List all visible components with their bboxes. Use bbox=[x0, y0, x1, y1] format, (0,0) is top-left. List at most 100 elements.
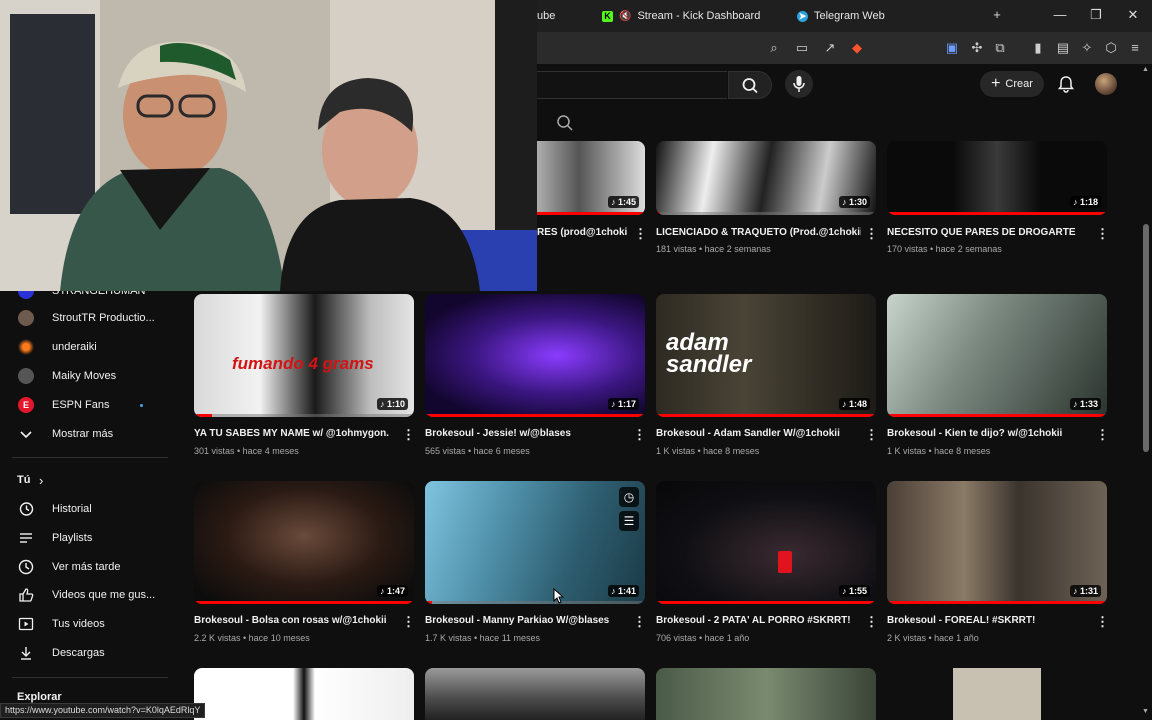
sidebar-item-liked-videos[interactable]: Videos que me gus... bbox=[0, 581, 180, 609]
cast-icon[interactable]: ▭ bbox=[794, 40, 810, 56]
avatar[interactable] bbox=[1095, 73, 1117, 95]
tab-youtube[interactable]: ube bbox=[537, 6, 555, 26]
add-to-queue-icon[interactable]: ☰ bbox=[619, 511, 639, 531]
sidebar-subscription-item[interactable]: underaiki bbox=[0, 333, 180, 361]
create-button[interactable]: + Crear bbox=[980, 71, 1044, 97]
duration-badge: ♪ 1:41 bbox=[607, 585, 639, 597]
sidebar-item-watch-later[interactable]: Ver más tarde bbox=[0, 553, 180, 581]
video-menu-button[interactable]: ⋮ bbox=[1096, 614, 1109, 630]
like-icon bbox=[19, 588, 34, 602]
video-thumbnail[interactable] bbox=[887, 668, 1107, 720]
video-menu-button[interactable]: ⋮ bbox=[402, 614, 415, 630]
brave-shield-icon[interactable]: ◆ bbox=[849, 40, 865, 56]
video-thumbnail[interactable]: ♪ 1:33 bbox=[887, 294, 1107, 417]
video-thumbnail-hovered[interactable]: ◷ ☰ ♪ 1:41 bbox=[425, 481, 645, 604]
video-thumbnail[interactable] bbox=[656, 668, 876, 720]
sidebar-item-playlists[interactable]: Playlists bbox=[0, 524, 180, 552]
sidebar-toggle-icon[interactable]: ▮ bbox=[1030, 40, 1046, 56]
duration-badge: ♪ 1:30 bbox=[838, 196, 870, 208]
watch-later-icon[interactable]: ◷ bbox=[619, 487, 639, 507]
video-title[interactable]: Brokesoul - Jessie! w/@blases bbox=[425, 428, 625, 439]
new-tab-button[interactable]: + bbox=[987, 7, 1007, 22]
history-icon bbox=[19, 502, 34, 516]
video-thumbnail[interactable]: ♪ 1:31 bbox=[887, 481, 1107, 604]
screenshot-icon[interactable]: ⧉ bbox=[992, 40, 1008, 56]
you-section-header[interactable]: Tú › bbox=[0, 466, 180, 494]
video-thumbnail[interactable]: ♪ 1:55 bbox=[656, 481, 876, 604]
video-thumbnail[interactable] bbox=[194, 668, 414, 720]
maximize-button[interactable]: ❐ bbox=[1086, 7, 1106, 23]
video-title[interactable]: Brokesoul - Manny Parkiao W/@blases bbox=[425, 615, 625, 626]
video-meta: 1 K vistas • hace 8 meses bbox=[887, 446, 991, 456]
video-title[interactable]: Brokesoul - Bolsa con rosas w/@1chokii bbox=[194, 615, 394, 626]
scrollbar-thumb[interactable] bbox=[1143, 224, 1149, 452]
video-title[interactable]: NECESITO QUE PARES DE DROGARTE bbox=[887, 227, 1092, 238]
video-thumbnail[interactable]: ♪ 1:30 bbox=[656, 141, 876, 215]
video-thumbnail[interactable]: ♪ 1:47 bbox=[194, 481, 414, 604]
channel-avatar bbox=[18, 310, 34, 326]
video-menu-button[interactable]: ⋮ bbox=[1096, 226, 1109, 242]
extensions-icon[interactable]: ✣ bbox=[969, 40, 985, 56]
tab-telegram[interactable]: ➤ Telegram Web bbox=[797, 6, 885, 26]
share-icon[interactable]: ↗ bbox=[822, 40, 838, 56]
your-videos-icon bbox=[18, 617, 34, 631]
show-more-button[interactable]: Mostrar más bbox=[0, 420, 180, 448]
video-thumbnail[interactable]: adam sandler ♪ 1:48 bbox=[656, 294, 876, 417]
mute-icon: 🔇 bbox=[619, 10, 632, 22]
sidebar-item-downloads[interactable]: Descargas bbox=[0, 639, 180, 667]
video-title[interactable]: Brokesoul - 2 PATA' AL PORRO #SKRRT! bbox=[656, 615, 861, 626]
thumbnail-overlay-text: adam sandler bbox=[666, 329, 752, 378]
video-title[interactable]: YA TU SABES MY NAME w/ @1ohmygon. bbox=[194, 428, 394, 439]
video-menu-button[interactable]: ⋮ bbox=[402, 427, 415, 443]
video-thumbnail[interactable]: fumando 4 grams ♪ 1:10 bbox=[194, 294, 414, 417]
minimize-button[interactable]: — bbox=[1050, 7, 1070, 22]
scroll-down-arrow-icon[interactable]: ▼ bbox=[1142, 708, 1149, 715]
download-icon bbox=[21, 647, 31, 660]
video-meta: 181 vistas • hace 2 semanas bbox=[656, 244, 771, 254]
search-button[interactable] bbox=[728, 71, 772, 99]
video-title[interactable]: LICENCIADO & TRAQUETO (Prod.@1chokii ) bbox=[656, 227, 861, 238]
video-menu-button[interactable]: ⋮ bbox=[1096, 427, 1109, 443]
video-title[interactable]: Brokesoul - Adam Sandler W/@1chokii bbox=[656, 428, 861, 439]
kick-icon: K bbox=[602, 10, 613, 22]
video-thumbnail[interactable] bbox=[425, 668, 645, 720]
bell-icon[interactable] bbox=[1056, 74, 1076, 94]
zoom-icon[interactable]: ⌕ bbox=[766, 40, 782, 56]
video-meta: 706 vistas • hace 1 año bbox=[656, 633, 750, 643]
search-input[interactable] bbox=[537, 71, 727, 99]
video-title[interactable]: RES (prod@1chokii bbox=[537, 227, 627, 238]
video-thumbnail[interactable]: ♪ 1:18 bbox=[887, 141, 1107, 215]
video-title[interactable]: Brokesoul - Kien te dijo? w/@1chokii bbox=[887, 428, 1092, 439]
thumbnail-overlay-text: fumando 4 grams bbox=[232, 354, 374, 373]
playlist-icon bbox=[20, 533, 32, 543]
tab-kick-dashboard[interactable]: K 🔇 Stream - Kick Dashboard bbox=[602, 6, 760, 26]
wallet-icon[interactable]: ▤ bbox=[1055, 40, 1071, 56]
close-window-button[interactable]: ✕ bbox=[1123, 7, 1143, 23]
translate-icon[interactable]: ▣ bbox=[944, 40, 960, 56]
video-title[interactable]: Brokesoul - FOREAL! #SKRRT! bbox=[887, 615, 1092, 626]
video-thumbnail[interactable]: ♪ 1:17 bbox=[425, 294, 645, 417]
link-preview-status-bar: https://www.youtube.com/watch?v=K0lqAEdR… bbox=[0, 703, 206, 718]
leo-ai-icon[interactable]: ✧ bbox=[1079, 40, 1095, 56]
vpn-icon[interactable]: ⬡ bbox=[1103, 40, 1119, 56]
video-menu-button[interactable]: ⋮ bbox=[633, 614, 646, 630]
sidebar-item-history[interactable]: Historial bbox=[0, 495, 180, 523]
sidebar-subscription-item[interactable]: E ESPN Fans bbox=[0, 391, 180, 419]
sidebar-subscription-item[interactable]: StroutTR Productio... bbox=[0, 304, 180, 332]
video-menu-button[interactable]: ⋮ bbox=[633, 427, 646, 443]
sidebar-item-your-videos[interactable]: Tus videos bbox=[0, 610, 180, 638]
video-menu-button[interactable]: ⋮ bbox=[634, 226, 647, 242]
video-meta: 565 vistas • hace 6 meses bbox=[425, 446, 530, 456]
scroll-up-arrow-icon[interactable]: ▲ bbox=[1142, 66, 1149, 73]
video-menu-button[interactable]: ⋮ bbox=[865, 427, 878, 443]
webcam-feed-image bbox=[0, 0, 537, 291]
voice-search-button[interactable] bbox=[785, 70, 813, 98]
menu-icon[interactable]: ≡ bbox=[1127, 40, 1143, 56]
sidebar-divider bbox=[12, 677, 168, 678]
video-menu-button[interactable]: ⋮ bbox=[865, 226, 878, 242]
channel-search-icon[interactable] bbox=[556, 114, 574, 132]
telegram-icon: ➤ bbox=[797, 10, 808, 22]
mouse-cursor-icon bbox=[553, 588, 565, 604]
video-menu-button[interactable]: ⋮ bbox=[865, 614, 878, 630]
sidebar-subscription-item[interactable]: Maiky Moves bbox=[0, 362, 180, 390]
